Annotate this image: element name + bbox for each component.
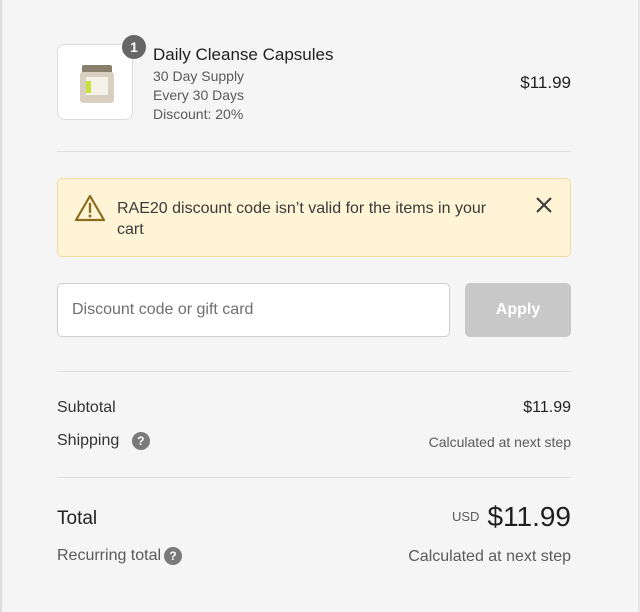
recurring-total-label: Recurring total (57, 547, 162, 565)
alert-message: RAE20 discount code isn’t valid for the … (117, 200, 487, 238)
divider (57, 371, 571, 372)
cart-line-item: 1 Daily Cleanse Capsules 30 Day Supply E… (57, 34, 571, 124)
quantity-badge: 1 (121, 34, 147, 60)
shipping-row: Shipping ? (57, 432, 150, 450)
product-price: $11.99 (520, 73, 571, 92)
product-name: Daily Cleanse Capsules (153, 45, 334, 64)
discount-code-input[interactable] (57, 283, 450, 337)
shipping-help-icon[interactable]: ? (131, 432, 150, 450)
subtotal-label: Subtotal (57, 399, 116, 416)
panel-border (0, 0, 2, 612)
total-label: Total (57, 508, 98, 529)
shipping-label: Shipping (57, 432, 120, 450)
divider (57, 151, 571, 152)
total-amount: $11.99 (487, 501, 571, 532)
shipping-value: Calculated at next step (428, 434, 571, 450)
product-supply: 30 Day Supply (153, 68, 245, 84)
recurring-total-row: Recurring total? (57, 547, 183, 565)
currency-code: USD (451, 509, 480, 524)
supplement-jar-icon (80, 65, 114, 103)
subtotal-value: $11.99 (523, 399, 571, 416)
product-thumbnail (57, 44, 133, 120)
total-value: USD $11.99 (452, 501, 571, 533)
product-discount: Discount: 20% (153, 106, 244, 122)
apply-button[interactable]: Apply (465, 283, 571, 337)
product-frequency: Every 30 Days (153, 87, 245, 103)
close-icon[interactable] (534, 195, 554, 215)
discount-error-banner: RAE20 discount code isn’t valid for the … (57, 178, 571, 257)
recurring-help-icon[interactable]: ? (164, 547, 183, 565)
warning-icon (74, 194, 106, 222)
recurring-total-value: Calculated at next step (408, 548, 571, 565)
divider (57, 477, 571, 478)
